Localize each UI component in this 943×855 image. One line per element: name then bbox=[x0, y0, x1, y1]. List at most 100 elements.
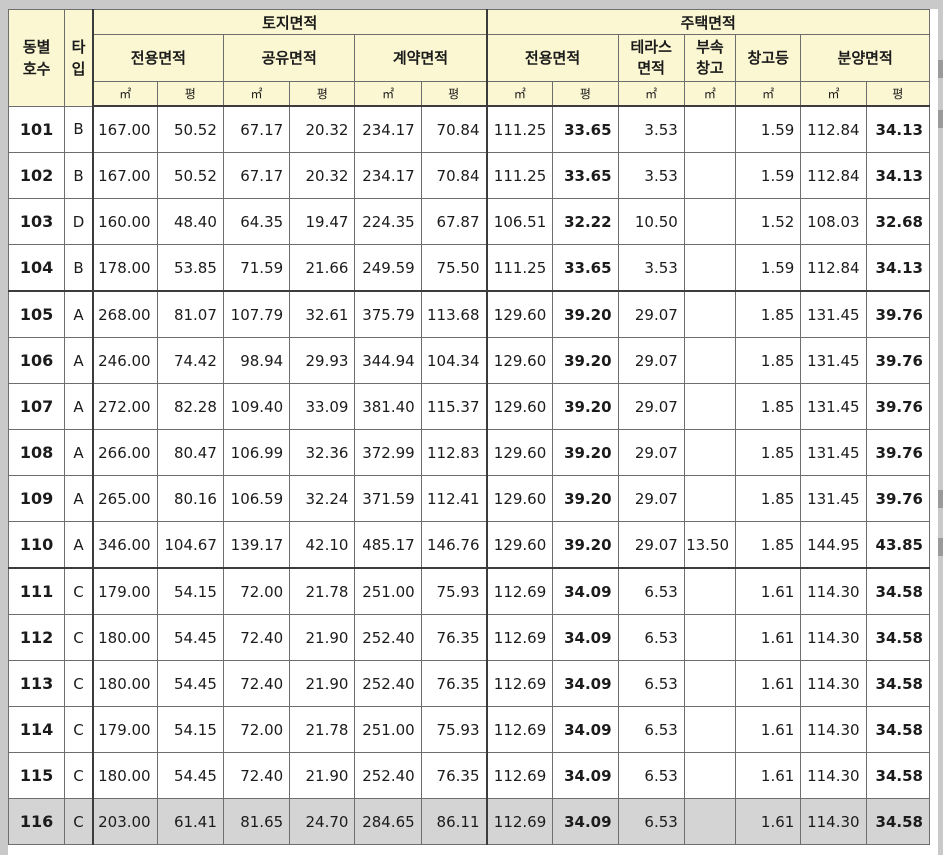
cell-terrace-m2: 29.07 bbox=[617, 475, 685, 522]
header-land-exclusive: 전용면적 bbox=[91, 34, 224, 82]
cell-house-exclusive-py: 39.20 bbox=[552, 475, 619, 522]
unit-m2: ㎡ bbox=[354, 81, 422, 107]
cell-house-exclusive-py: 34.09 bbox=[552, 752, 619, 799]
cell-terrace-m2: 3.53 bbox=[617, 244, 685, 292]
cell-unit-number: 115 bbox=[7, 752, 66, 799]
unit-py: 평 bbox=[865, 81, 931, 107]
cell-house-exclusive-m2: 112.69 bbox=[485, 567, 554, 615]
cell-storage-m2: 1.85 bbox=[735, 337, 802, 384]
cell-type: A bbox=[64, 521, 94, 569]
cell-type: C bbox=[64, 614, 94, 661]
cell-land-contract-m2: 249.59 bbox=[354, 244, 422, 292]
cell-house-exclusive-py: 39.20 bbox=[552, 429, 619, 476]
cell-sale-py: 34.58 bbox=[865, 752, 931, 799]
cell-unit-number: 108 bbox=[7, 429, 66, 476]
header-annex: 부속 창고 bbox=[683, 34, 737, 82]
cell-house-exclusive-m2: 129.60 bbox=[485, 429, 554, 476]
cell-unit-number: 114 bbox=[7, 706, 66, 753]
cell-land-contract-py: 76.35 bbox=[420, 660, 488, 707]
cell-storage-m2: 1.61 bbox=[735, 614, 802, 661]
table-header: 동별 호수 타 입 토지면적 주택면적 전용면적 공유면적 계약면적 전용면적 … bbox=[7, 9, 931, 107]
spreadsheet-sheet: 동별 호수 타 입 토지면적 주택면적 전용면적 공유면적 계약면적 전용면적 … bbox=[7, 9, 938, 855]
cell-land-contract-py: 75.93 bbox=[420, 567, 488, 615]
cell-terrace-m2: 6.53 bbox=[617, 660, 685, 707]
cell-annex-m2 bbox=[683, 614, 737, 661]
cell-land-shared-py: 21.90 bbox=[289, 660, 356, 707]
cell-sale-py: 39.76 bbox=[865, 429, 931, 476]
cell-land-exclusive-m2: 180.00 bbox=[91, 752, 158, 799]
cell-sale-m2: 131.45 bbox=[800, 475, 867, 522]
cell-land-shared-py: 20.32 bbox=[289, 105, 356, 153]
cell-annex-m2 bbox=[683, 244, 737, 292]
cell-land-contract-py: 115.37 bbox=[420, 383, 488, 430]
cell-sale-py: 34.13 bbox=[865, 244, 931, 292]
cell-house-exclusive-m2: 129.60 bbox=[485, 475, 554, 522]
cell-land-exclusive-m2: 178.00 bbox=[91, 244, 158, 292]
cell-annex-m2: 13.50 bbox=[683, 521, 737, 569]
cell-type: B bbox=[64, 152, 94, 199]
cell-storage-m2: 1.59 bbox=[735, 152, 802, 199]
cell-land-exclusive-py: 81.07 bbox=[156, 290, 224, 338]
cell-land-exclusive-py: 54.15 bbox=[156, 706, 224, 753]
table-row: 105 A 268.00 81.07 107.79 32.61 375.79 113.68 12… bbox=[7, 290, 931, 338]
cell-type: C bbox=[64, 752, 94, 799]
unit-py: 평 bbox=[156, 81, 224, 107]
cell-annex-m2 bbox=[683, 798, 737, 845]
unit-m2: ㎡ bbox=[683, 81, 737, 107]
cell-land-contract-m2: 375.79 bbox=[354, 290, 422, 338]
cell-annex-m2 bbox=[683, 383, 737, 430]
table-row: 112 C 180.00 54.45 72.40 21.90 252.40 76.35 112.… bbox=[7, 614, 931, 661]
scroll-edge-mark bbox=[938, 60, 943, 78]
cell-house-exclusive-py: 32.22 bbox=[552, 198, 619, 245]
cell-land-shared-m2: 106.99 bbox=[222, 429, 291, 476]
cell-storage-m2: 1.85 bbox=[735, 521, 802, 569]
cell-land-shared-m2: 72.40 bbox=[222, 752, 291, 799]
cell-land-contract-m2: 234.17 bbox=[354, 105, 422, 153]
cell-terrace-m2: 3.53 bbox=[617, 105, 685, 153]
cell-sale-py: 34.13 bbox=[865, 105, 931, 153]
cell-storage-m2: 1.61 bbox=[735, 706, 802, 753]
cell-land-contract-m2: 252.40 bbox=[354, 752, 422, 799]
header-dong-hosu: 동별 호수 bbox=[7, 9, 66, 107]
cell-annex-m2 bbox=[683, 475, 737, 522]
cell-land-shared-py: 21.90 bbox=[289, 752, 356, 799]
cell-land-shared-py: 33.09 bbox=[289, 383, 356, 430]
table-row: 101 B 167.00 50.52 67.17 20.32 234.17 70.84 111.… bbox=[7, 105, 931, 153]
cell-land-contract-py: 86.11 bbox=[420, 798, 488, 845]
cell-terrace-m2: 3.53 bbox=[617, 152, 685, 199]
cell-sale-m2: 112.84 bbox=[800, 105, 867, 153]
cell-unit-number: 106 bbox=[7, 337, 66, 384]
cell-land-shared-py: 32.24 bbox=[289, 475, 356, 522]
cell-sale-py: 43.85 bbox=[865, 521, 931, 569]
cell-unit-number: 104 bbox=[7, 244, 66, 292]
cell-land-contract-py: 112.83 bbox=[420, 429, 488, 476]
table-body: 101 B 167.00 50.52 67.17 20.32 234.17 70.84 111.… bbox=[7, 105, 931, 845]
cell-land-contract-py: 113.68 bbox=[420, 290, 488, 338]
cell-sale-m2: 131.45 bbox=[800, 383, 867, 430]
cell-land-contract-m2: 371.59 bbox=[354, 475, 422, 522]
cell-land-contract-m2: 251.00 bbox=[354, 706, 422, 753]
table-row: 111 C 179.00 54.15 72.00 21.78 251.00 75.93 112.… bbox=[7, 567, 931, 615]
cell-land-shared-py: 21.90 bbox=[289, 614, 356, 661]
cell-sale-py: 39.76 bbox=[865, 475, 931, 522]
cell-unit-number: 101 bbox=[7, 105, 66, 153]
cell-sale-py: 34.58 bbox=[865, 706, 931, 753]
scroll-edge-mark bbox=[938, 110, 943, 128]
cell-sale-py: 39.76 bbox=[865, 290, 931, 338]
table-row: 110 A 346.00 104.67 139.17 42.10 485.17 146.76 1… bbox=[7, 521, 931, 569]
cell-terrace-m2: 6.53 bbox=[617, 752, 685, 799]
table-row: 103 D 160.00 48.40 64.35 19.47 224.35 67.87 106.… bbox=[7, 198, 931, 245]
cell-land-exclusive-py: 50.52 bbox=[156, 152, 224, 199]
cell-land-contract-py: 146.76 bbox=[420, 521, 488, 569]
cell-type: A bbox=[64, 429, 94, 476]
cell-land-exclusive-m2: 180.00 bbox=[91, 660, 158, 707]
cell-sale-m2: 114.30 bbox=[800, 614, 867, 661]
cell-sale-py: 32.68 bbox=[865, 198, 931, 245]
cell-land-contract-m2: 485.17 bbox=[354, 521, 422, 569]
header-type: 타 입 bbox=[64, 9, 94, 107]
cell-annex-m2 bbox=[683, 660, 737, 707]
cell-sale-m2: 114.30 bbox=[800, 660, 867, 707]
cell-terrace-m2: 29.07 bbox=[617, 429, 685, 476]
cell-land-shared-py: 24.70 bbox=[289, 798, 356, 845]
cell-land-contract-py: 75.50 bbox=[420, 244, 488, 292]
